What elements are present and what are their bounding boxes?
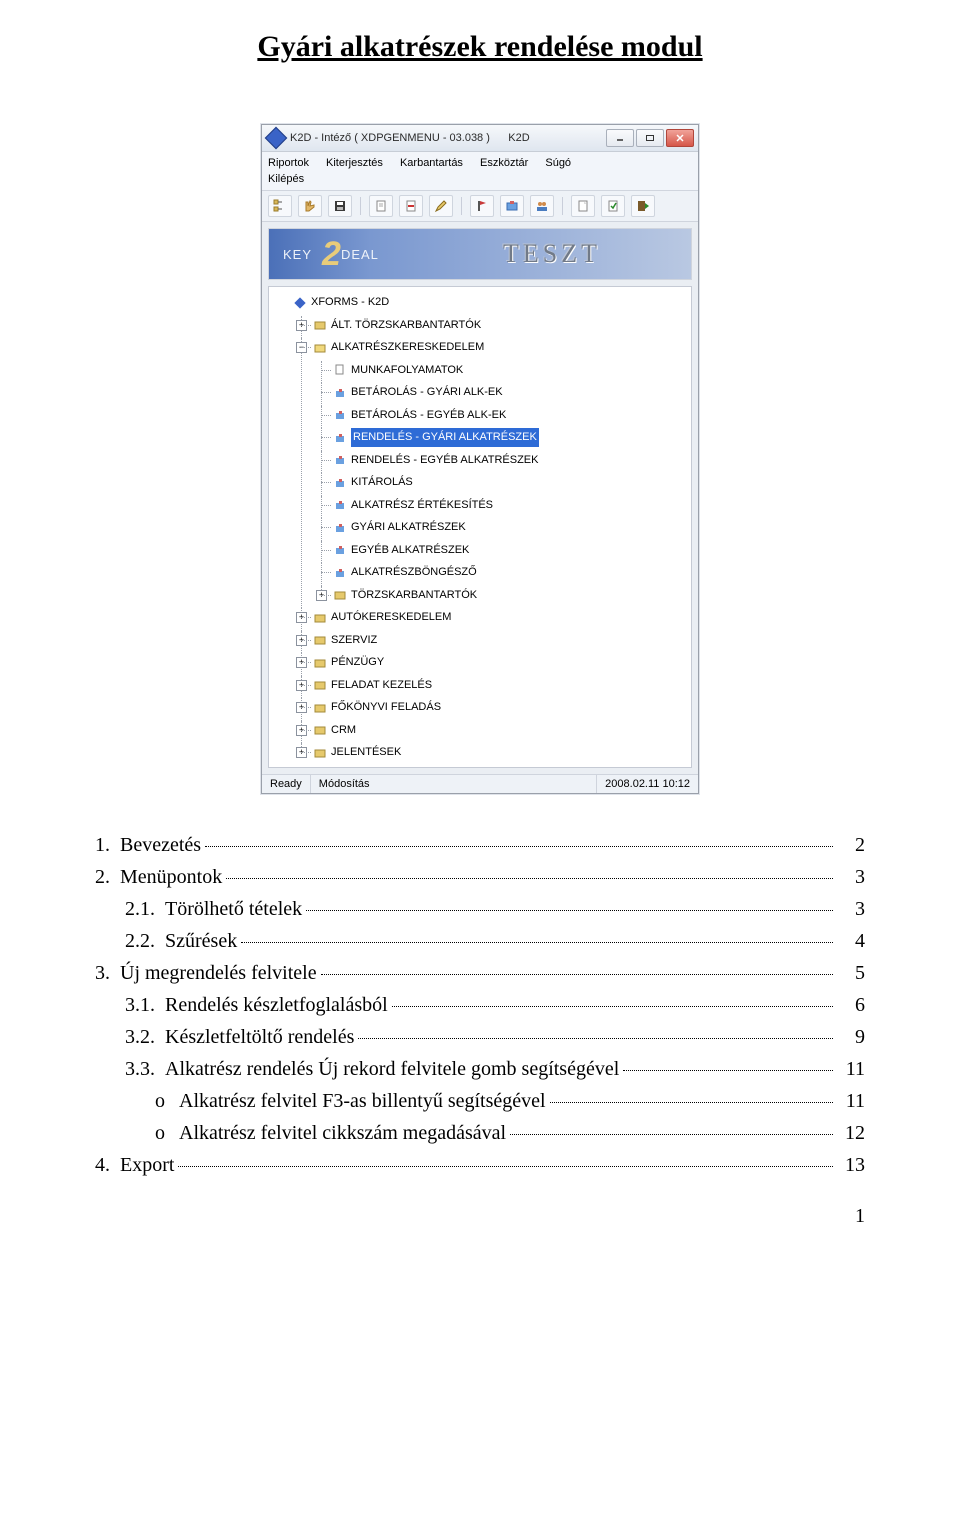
module-icon bbox=[333, 476, 347, 490]
folder-icon bbox=[313, 746, 327, 760]
banner: KEY 2 DEAL TESZT bbox=[268, 228, 692, 280]
tree-item-selected[interactable]: RENDELÉS - GYÁRI ALKATRÉSZEK bbox=[313, 428, 687, 451]
diamond-icon bbox=[293, 296, 307, 310]
app-window: K2D - Intéző ( XDPGENMENU - 03.038 ) K2D… bbox=[261, 124, 699, 794]
toolbar-flag-icon[interactable] bbox=[470, 195, 494, 217]
module-icon bbox=[333, 386, 347, 400]
menu-eszkoztar[interactable]: Eszköztár bbox=[480, 155, 528, 171]
maximize-button[interactable] bbox=[636, 129, 664, 147]
toc-entry: 1. Bevezetés2 bbox=[95, 830, 865, 861]
toc-entry: 3.1. Rendelés készletfoglalásból6 bbox=[95, 990, 865, 1021]
toc-entry: 2.2. Szűrések4 bbox=[95, 926, 865, 957]
toolbar bbox=[262, 191, 698, 222]
folder-open-icon bbox=[313, 341, 327, 355]
tree-root[interactable]: XFORMS - K2D +ÁLT. TÖRZSKARBANTARTÓK −AL… bbox=[273, 293, 687, 766]
toolbar-users-icon[interactable] bbox=[530, 195, 554, 217]
tree-item[interactable]: BETÁROLÁS - GYÁRI ALK-EK bbox=[313, 383, 687, 406]
tree-item[interactable]: BETÁROLÁS - EGYÉB ALK-EK bbox=[313, 406, 687, 429]
toc-entry: 2. Menüpontok3 bbox=[95, 862, 865, 893]
app-icon bbox=[265, 127, 288, 150]
toolbar-hand-icon[interactable] bbox=[298, 195, 322, 217]
module-icon bbox=[333, 543, 347, 557]
toolbar-remove-icon[interactable] bbox=[399, 195, 423, 217]
module-icon bbox=[333, 566, 347, 580]
minimize-button[interactable] bbox=[606, 129, 634, 147]
table-of-contents: 1. Bevezetés2 2. Menüpontok3 2.1. Törölh… bbox=[95, 830, 865, 1181]
titlebar: K2D - Intéző ( XDPGENMENU - 03.038 ) K2D bbox=[262, 125, 698, 152]
tree-item[interactable]: +JELENTÉSEK bbox=[293, 743, 687, 766]
status-timestamp: 2008.02.11 10:12 bbox=[597, 775, 698, 793]
tree-item[interactable]: −ALKATRÉSZKERESKEDELEM MUNKAFOLYAMATOK B… bbox=[293, 338, 687, 608]
tree-item[interactable]: EGYÉB ALKATRÉSZEK bbox=[313, 541, 687, 564]
toc-entry: 3.3. Alkatrész rendelés Új rekord felvit… bbox=[95, 1054, 865, 1085]
tree-item[interactable]: GYÁRI ALKATRÉSZEK bbox=[313, 518, 687, 541]
folder-icon bbox=[313, 318, 327, 332]
tree-item[interactable]: +FŐKÖNYVI FELADÁS bbox=[293, 698, 687, 721]
menu-kiterjesztes[interactable]: Kiterjesztés bbox=[326, 155, 383, 171]
page-icon bbox=[333, 363, 347, 377]
menu-kilepes[interactable]: Kilépés bbox=[268, 171, 304, 187]
toc-entry: 4. Export13 bbox=[95, 1150, 865, 1181]
tree-item[interactable]: ALKATRÉSZ ÉRTÉKESÍTÉS bbox=[313, 496, 687, 519]
toc-entry: 2.1. Törölhető tételek3 bbox=[95, 894, 865, 925]
folder-icon bbox=[333, 588, 347, 602]
toolbar-edit-icon[interactable] bbox=[429, 195, 453, 217]
toolbar-exit-icon[interactable] bbox=[631, 195, 655, 217]
folder-icon bbox=[313, 633, 327, 647]
toolbar-save-icon[interactable] bbox=[328, 195, 352, 217]
toolbar-new-icon[interactable] bbox=[369, 195, 393, 217]
statusbar: Ready Módosítás 2008.02.11 10:12 bbox=[262, 774, 698, 793]
folder-icon bbox=[313, 611, 327, 625]
tree-item[interactable]: +CRM bbox=[293, 721, 687, 744]
menu-karbantartas[interactable]: Karbantartás bbox=[400, 155, 463, 171]
tree-item[interactable]: +AUTÓKERESKEDELEM bbox=[293, 608, 687, 631]
toolbar-tree-icon[interactable] bbox=[268, 195, 292, 217]
status-ready: Ready bbox=[262, 775, 311, 793]
toolbar-apply-icon[interactable] bbox=[601, 195, 625, 217]
status-mode: Módosítás bbox=[311, 775, 597, 793]
menubar: Riportok Kiterjesztés Karbantartás Eszkö… bbox=[262, 152, 698, 191]
banner-teszt: TESZT bbox=[503, 239, 601, 269]
tree-item[interactable]: +SZERVIZ bbox=[293, 631, 687, 654]
toc-entry: oAlkatrész felvitel F3-as billentyű segí… bbox=[95, 1086, 865, 1117]
toolbar-note-icon[interactable] bbox=[571, 195, 595, 217]
brand-key: KEY bbox=[283, 247, 312, 262]
brand-deal: DEAL bbox=[341, 247, 379, 262]
folder-icon bbox=[313, 678, 327, 692]
folder-icon bbox=[313, 701, 327, 715]
toc-entry: 3. Új megrendelés felvitele5 bbox=[95, 958, 865, 989]
folder-icon bbox=[313, 723, 327, 737]
toc-entry: oAlkatrész felvitel cikkszám megadásával… bbox=[95, 1118, 865, 1149]
tree-item[interactable]: KITÁROLÁS bbox=[313, 473, 687, 496]
tree-item[interactable]: MUNKAFOLYAMATOK bbox=[313, 361, 687, 384]
folder-icon bbox=[313, 656, 327, 670]
module-icon bbox=[333, 431, 347, 445]
document-title: Gyári alkatrészek rendelése modul bbox=[95, 30, 865, 64]
menu-riportok[interactable]: Riportok bbox=[268, 155, 309, 171]
toolbar-module-icon[interactable] bbox=[500, 195, 524, 217]
tree-item[interactable]: ALKATRÉSZBÖNGÉSZŐ bbox=[313, 563, 687, 586]
tree-item[interactable]: +ÁLT. TÖRZSKARBANTARTÓK bbox=[293, 316, 687, 339]
brand-2: 2 bbox=[322, 237, 341, 271]
tree-item[interactable]: +FELADAT KEZELÉS bbox=[293, 676, 687, 699]
module-icon bbox=[333, 498, 347, 512]
tree-item[interactable]: +TÖRZSKARBANTARTÓK bbox=[313, 586, 687, 609]
module-icon bbox=[333, 453, 347, 467]
module-icon bbox=[333, 408, 347, 422]
tree-view[interactable]: XFORMS - K2D +ÁLT. TÖRZSKARBANTARTÓK −AL… bbox=[268, 286, 692, 768]
menu-sugo[interactable]: Súgó bbox=[545, 155, 571, 171]
window-title: K2D - Intéző ( XDPGENMENU - 03.038 ) K2D bbox=[290, 132, 606, 144]
tree-item[interactable]: RENDELÉS - EGYÉB ALKATRÉSZEK bbox=[313, 451, 687, 474]
tree-item[interactable]: +PÉNZÜGY bbox=[293, 653, 687, 676]
toc-entry: 3.2. Készletfeltöltő rendelés9 bbox=[95, 1022, 865, 1053]
module-icon bbox=[333, 521, 347, 535]
close-button[interactable] bbox=[666, 129, 694, 147]
page-number: 1 bbox=[95, 1205, 865, 1228]
